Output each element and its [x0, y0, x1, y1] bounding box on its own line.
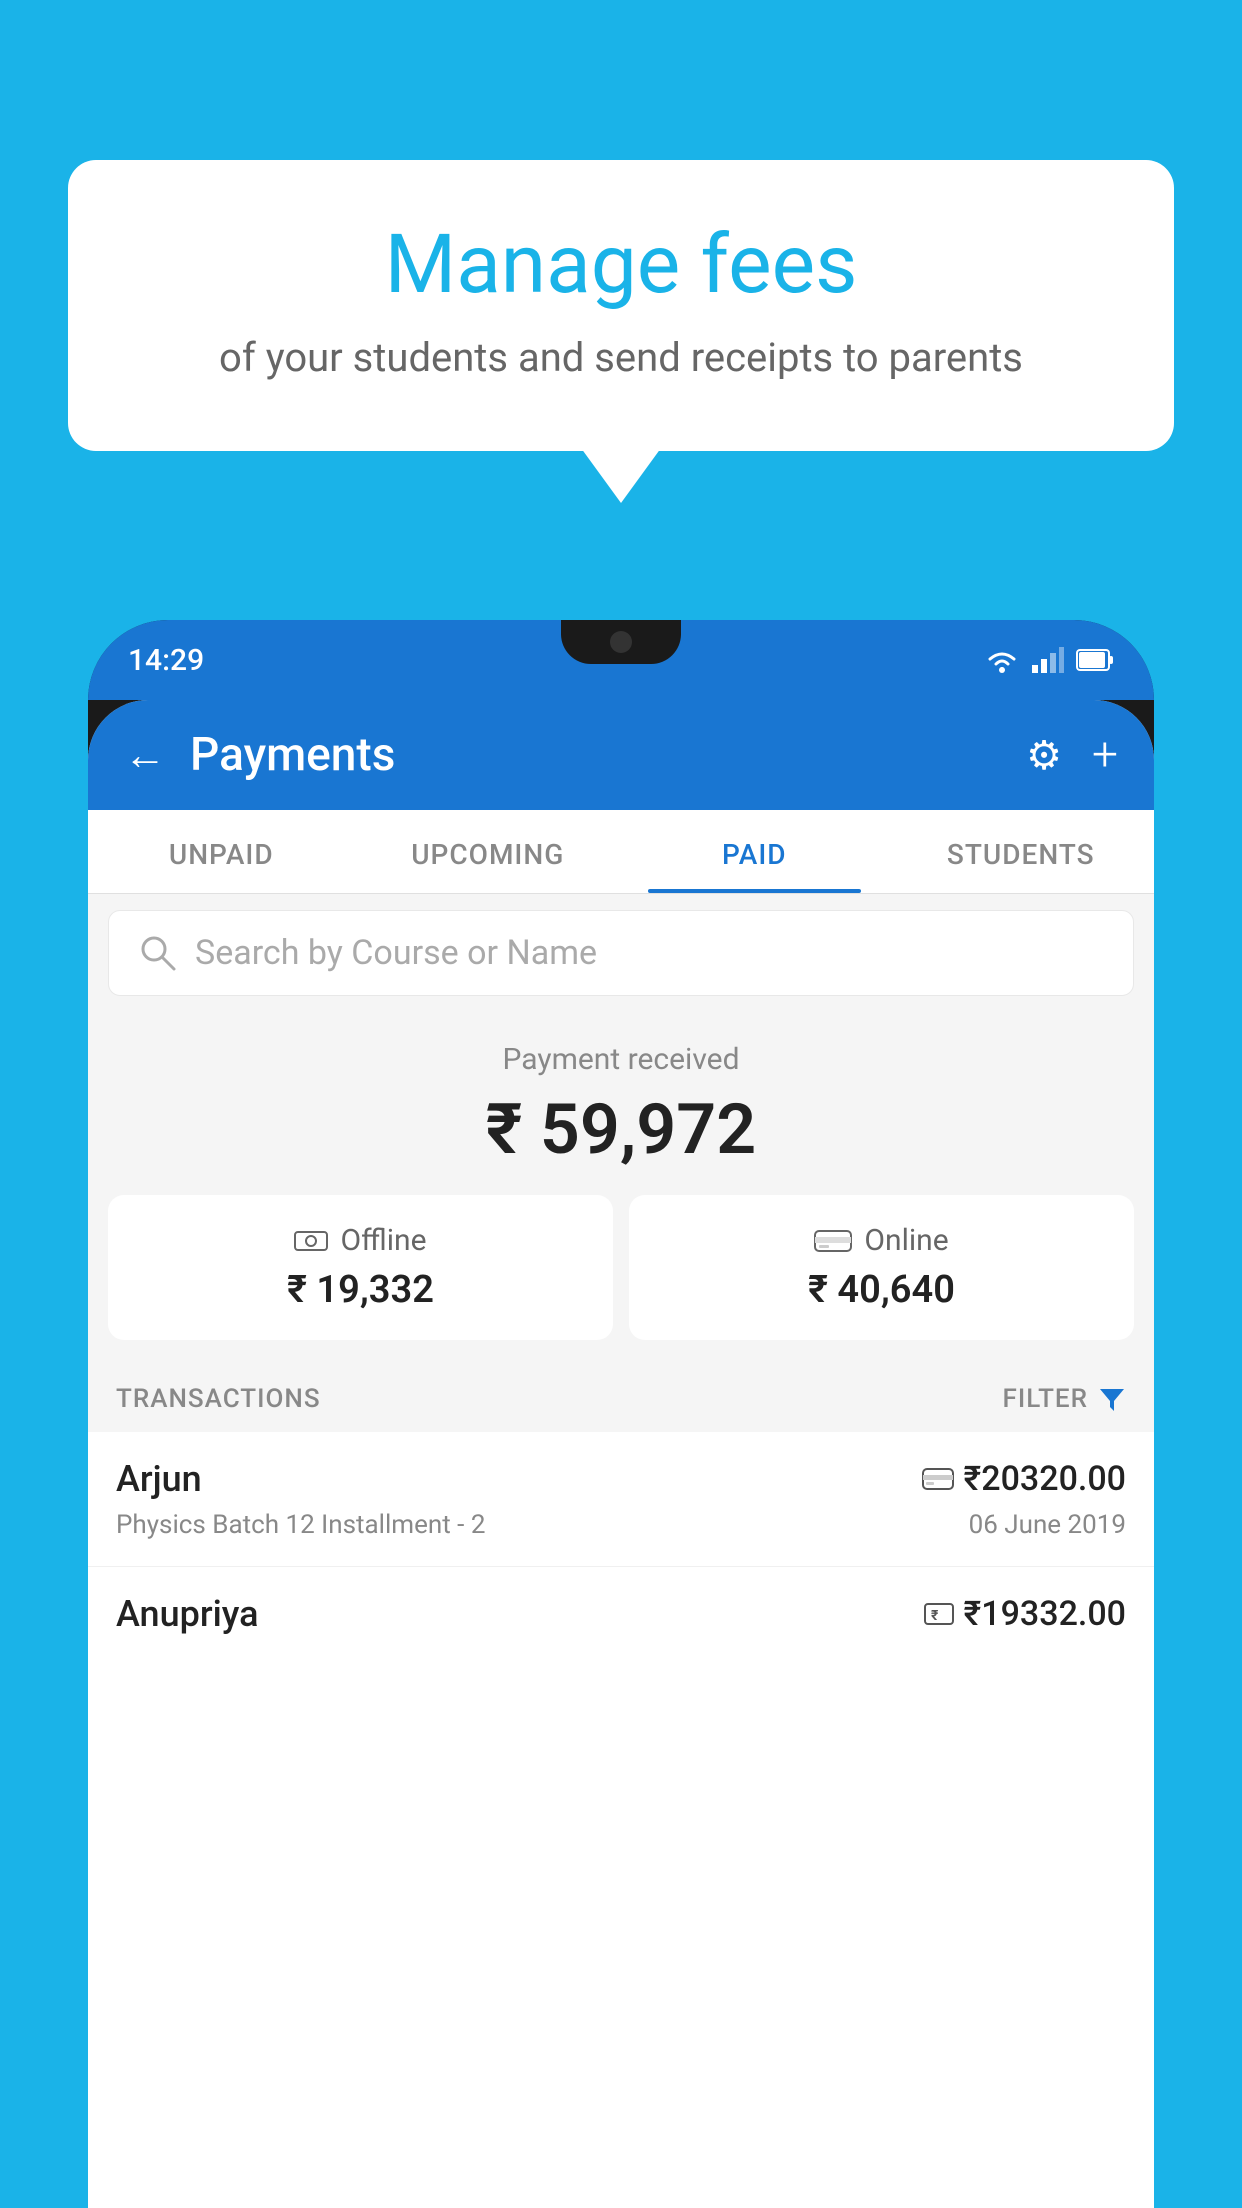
status-icons	[984, 647, 1114, 673]
cash-icon	[294, 1227, 328, 1255]
transactions-header: TRANSACTIONS FILTER	[88, 1360, 1154, 1432]
app-header: ← Payments ⚙ +	[88, 700, 1154, 810]
back-button[interactable]: ←	[124, 731, 166, 780]
bubble-subtitle: of your students and send receipts to pa…	[138, 334, 1104, 381]
wifi-icon	[984, 647, 1020, 673]
online-label: Online	[864, 1223, 948, 1258]
offline-amount: ₹ 19,332	[128, 1268, 593, 1312]
transaction-type-icon-2: ₹	[924, 1601, 954, 1627]
search-bar-wrap: Search by Course or Name	[88, 894, 1154, 1012]
bubble-title: Manage fees	[138, 220, 1104, 310]
tab-upcoming[interactable]: UPCOMING	[355, 810, 622, 893]
app-content: ← Payments ⚙ + UNPAID UPCOMING PAID STUD…	[88, 700, 1154, 2208]
tab-students[interactable]: STUDENTS	[888, 810, 1155, 893]
transaction-amount-row: ₹20320.00	[922, 1459, 1126, 1499]
tab-paid[interactable]: PAID	[621, 810, 888, 893]
transaction-amount-2: ₹19332.00	[964, 1594, 1126, 1634]
transactions-label: TRANSACTIONS	[116, 1384, 321, 1414]
battery-icon	[1076, 649, 1114, 671]
transaction-name-2: Anupriya	[116, 1593, 259, 1635]
payment-total: ₹ 59,972	[108, 1089, 1134, 1171]
transaction-date: 06 June 2019	[969, 1510, 1126, 1540]
status-time: 14:29	[128, 643, 204, 678]
filter-button[interactable]: FILTER	[1003, 1384, 1126, 1414]
filter-icon	[1098, 1385, 1126, 1413]
transaction-name: Arjun	[116, 1458, 202, 1500]
status-bar: 14:29	[88, 620, 1154, 700]
transaction-item-partial[interactable]: Anupriya ₹ ₹19332.00	[88, 1567, 1154, 1645]
credit-card-icon	[814, 1227, 852, 1255]
speech-bubble: Manage fees of your students and send re…	[68, 160, 1174, 451]
search-icon	[139, 934, 177, 972]
transaction-desc: Physics Batch 12 Installment - 2	[116, 1510, 485, 1540]
svg-text:₹: ₹	[931, 1608, 939, 1624]
payment-summary: Payment received ₹ 59,972 Offline	[88, 1012, 1154, 1360]
phone-frame: 14:29	[88, 620, 1154, 2208]
filter-label: FILTER	[1003, 1384, 1088, 1414]
search-placeholder: Search by Course or Name	[195, 933, 597, 973]
tab-unpaid[interactable]: UNPAID	[88, 810, 355, 893]
online-amount: ₹ 40,640	[649, 1268, 1114, 1312]
offline-label: Offline	[340, 1223, 426, 1258]
transaction-amount-row-2: ₹ ₹19332.00	[924, 1594, 1126, 1634]
signal-icon	[1032, 647, 1064, 673]
search-bar[interactable]: Search by Course or Name	[108, 910, 1134, 996]
payment-cards: Offline ₹ 19,332 On	[108, 1195, 1134, 1340]
header-title: Payments	[190, 728, 1026, 782]
tabs-bar: UNPAID UPCOMING PAID STUDENTS	[88, 810, 1154, 894]
offline-card: Offline ₹ 19,332	[108, 1195, 613, 1340]
transaction-type-icon	[922, 1467, 954, 1491]
settings-button[interactable]: ⚙	[1026, 732, 1062, 779]
camera	[610, 631, 632, 653]
payment-received-label: Payment received	[108, 1042, 1134, 1077]
transaction-amount: ₹20320.00	[964, 1459, 1126, 1499]
transaction-item[interactable]: Arjun ₹20320.00 Physics Batch 12 Install…	[88, 1432, 1154, 1567]
online-card: Online ₹ 40,640	[629, 1195, 1134, 1340]
add-button[interactable]: +	[1092, 728, 1118, 782]
notch	[561, 620, 681, 664]
